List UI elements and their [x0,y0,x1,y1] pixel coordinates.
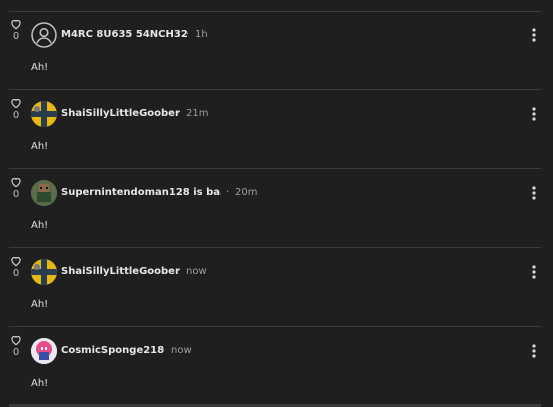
avatar[interactable] [31,101,57,127]
heart-icon [11,256,21,267]
avatar[interactable] [31,22,57,48]
comment-time: now [171,345,192,356]
comment-time: 20m [235,187,258,198]
pink-character-icon [31,338,57,364]
comment-item: 0 ShaiSillyLittleGoober · now Ah! [0,248,553,327]
pixel-character-icon [31,180,57,206]
more-vertical-icon [532,107,536,121]
avatar[interactable] [31,338,57,364]
more-vertical-icon [532,186,536,200]
more-options-button[interactable] [527,102,541,126]
more-options-button[interactable] [527,339,541,363]
like-count: 0 [12,31,20,42]
comment-item: 0 ShaiSillyLittleGoober · 21m Ah! [0,90,553,169]
more-vertical-icon [532,265,536,279]
comment-author[interactable]: ShaiSillyLittleGoober [61,108,180,119]
more-options-button[interactable] [527,23,541,47]
heart-icon [11,177,21,188]
like-button[interactable]: 0 [6,175,26,201]
comment-author[interactable]: ShaiSillyLittleGoober [61,266,180,277]
yellow-flag-icon [31,101,57,127]
comment-time: now [186,266,207,277]
more-options-button[interactable] [527,181,541,205]
separator-dot: · [162,345,166,356]
comment-text: Ah! [31,220,49,231]
like-count: 0 [12,268,20,279]
yellow-flag-icon [31,259,57,285]
like-count: 0 [12,347,20,358]
separator-dot: · [226,187,230,198]
comment-text: Ah! [31,299,49,310]
comment-item: 0 CosmicSponge218 · now Ah! [0,327,553,406]
heart-icon [11,19,21,30]
more-options-button[interactable] [527,260,541,284]
heart-icon [11,98,21,109]
person-icon [31,22,57,48]
separator-dot: · [177,266,181,277]
separator-dot: · [186,29,190,40]
avatar[interactable] [31,259,57,285]
heart-icon [11,335,21,346]
like-count: 0 [12,110,20,121]
comment-time: 21m [186,108,209,119]
comment-item: 0 M4RC 8U635 54NCH32 · 1h Ah! [0,11,553,90]
like-button[interactable]: 0 [6,17,26,43]
comment-text: Ah! [31,141,49,152]
comment-author[interactable]: Supernintendoman128 is ba… [61,187,221,198]
comment-author[interactable]: M4RC 8U635 54NCH32 [61,29,188,40]
like-button[interactable]: 0 [6,96,26,122]
like-button[interactable]: 0 [6,254,26,280]
comment-author[interactable]: CosmicSponge218 [61,345,164,356]
more-vertical-icon [532,28,536,42]
like-count: 0 [12,189,20,200]
comment-item: 0 Supernintendoman128 is ba… · 20m Ah! [0,169,553,248]
separator-dot: · [177,108,181,119]
avatar[interactable] [31,180,57,206]
comment-text: Ah! [31,378,49,389]
more-vertical-icon [532,344,536,358]
like-button[interactable]: 0 [6,333,26,359]
comment-time: 1h [195,29,208,40]
comment-text: Ah! [31,62,49,73]
